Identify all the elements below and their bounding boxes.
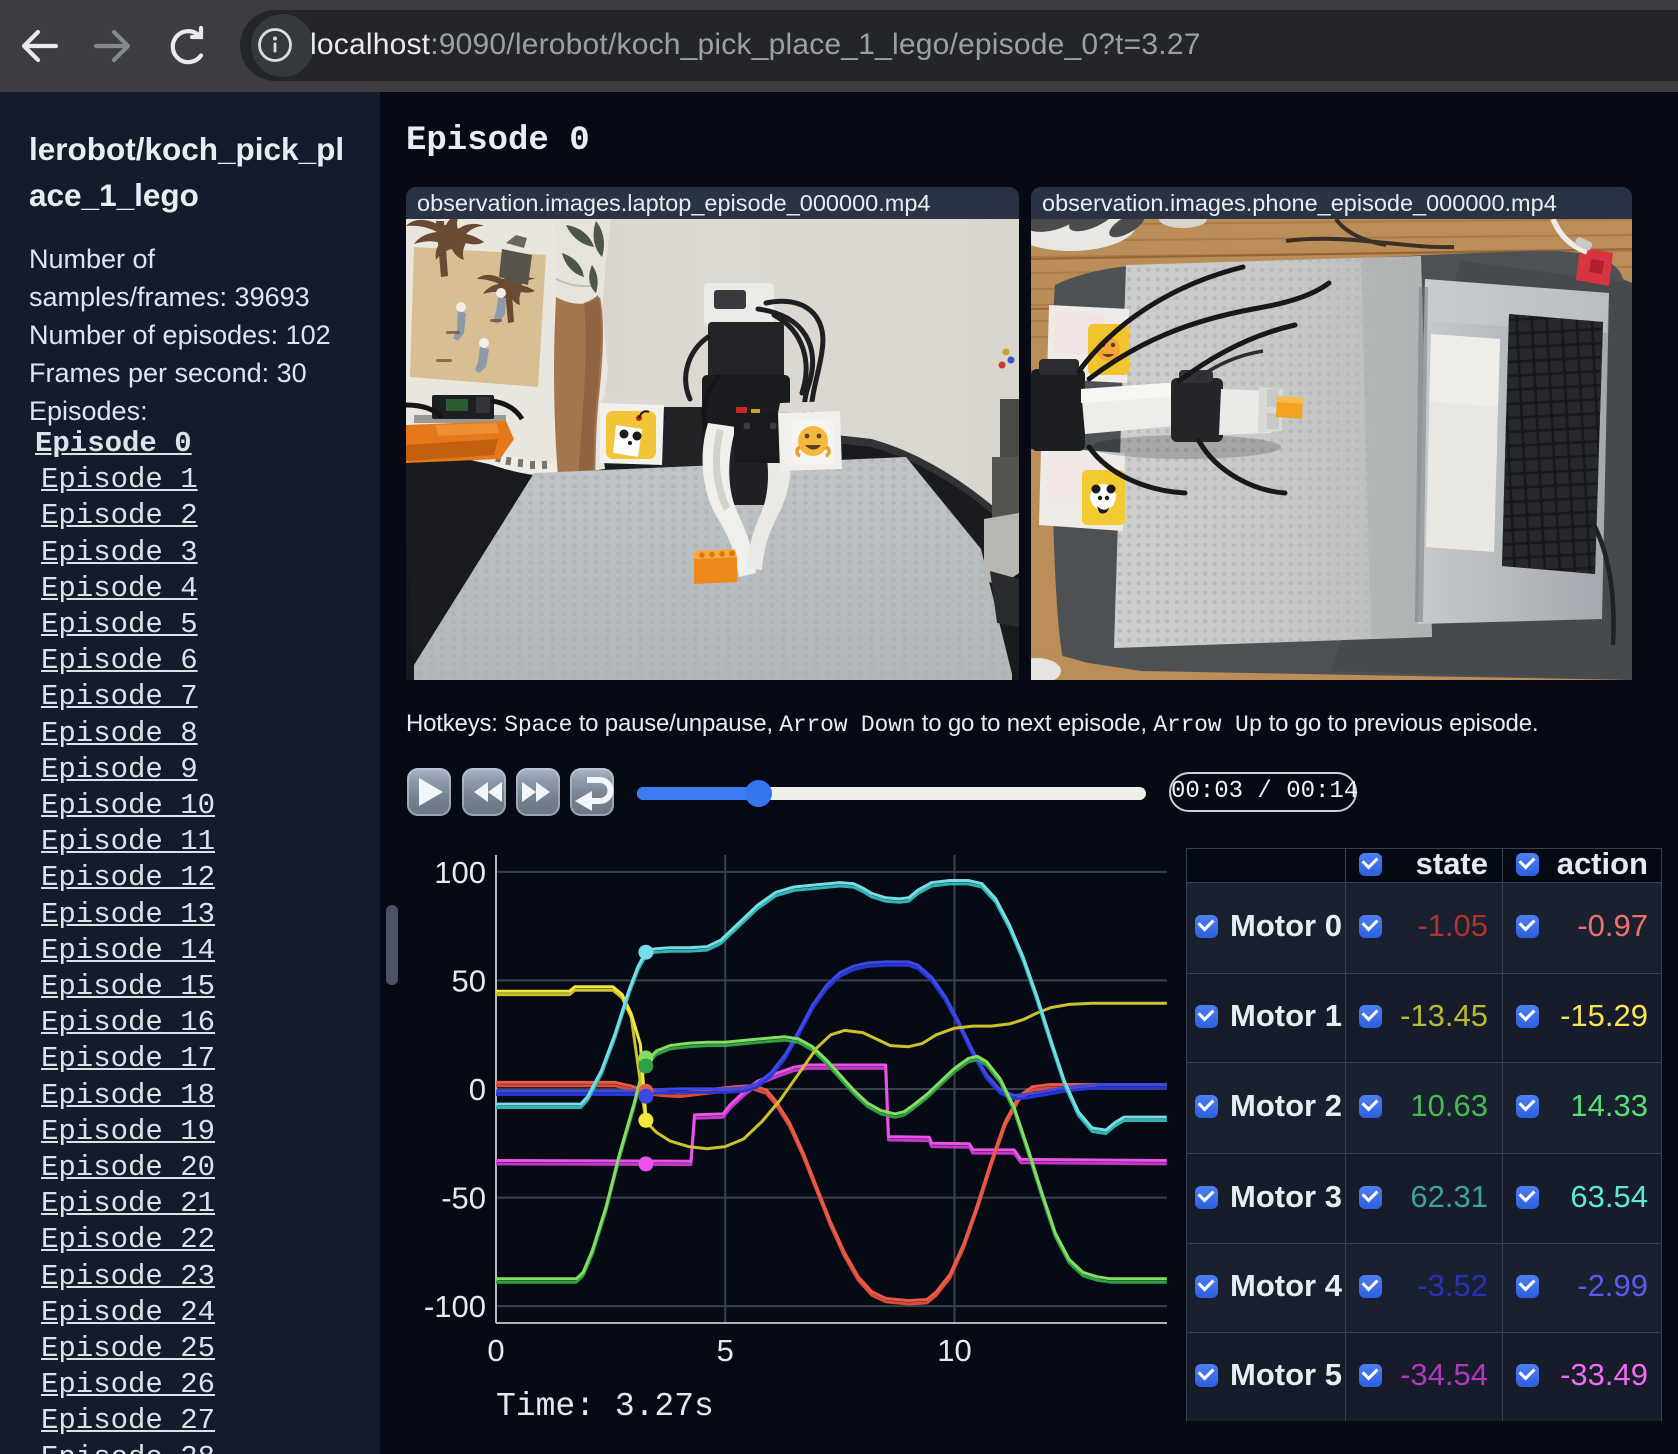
svg-text:10: 10 [937,1333,971,1368]
svg-text:0: 0 [469,1072,486,1107]
svg-text:-100: -100 [424,1289,486,1324]
svg-text:-50: -50 [441,1181,486,1216]
svg-text:0: 0 [487,1333,504,1368]
svg-text:50: 50 [452,963,486,998]
svg-text:100: 100 [434,855,486,890]
svg-text:Time: 3.27s: Time: 3.27s [496,1388,714,1425]
svg-text:5: 5 [717,1333,734,1368]
